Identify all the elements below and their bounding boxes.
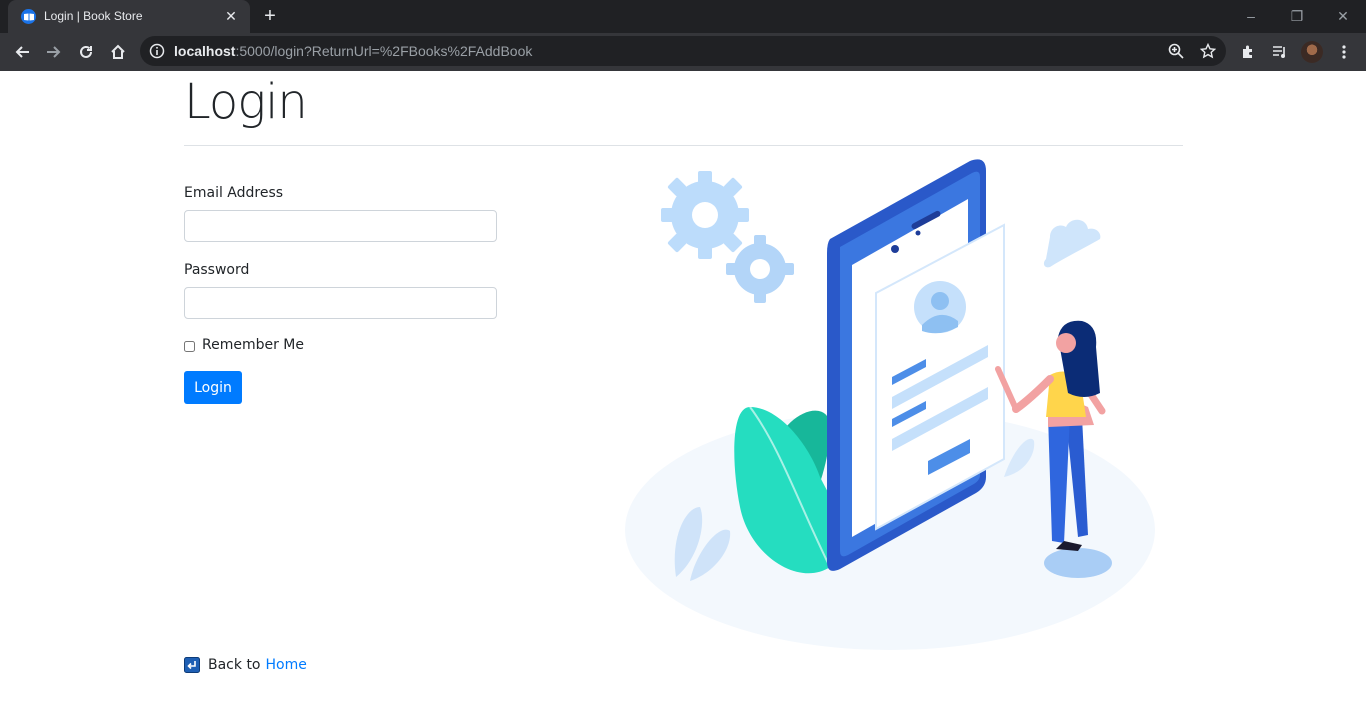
zoom-icon[interactable] bbox=[1168, 43, 1184, 59]
password-label: Password bbox=[184, 262, 250, 278]
email-label: Email Address bbox=[184, 185, 284, 201]
remember-me-checkbox[interactable] bbox=[184, 341, 195, 352]
profile-avatar[interactable] bbox=[1301, 41, 1323, 63]
media-control-icon[interactable] bbox=[1268, 40, 1292, 64]
browser-toolbar: localhost:5000/login?ReturnUrl=%2FBooks%… bbox=[0, 33, 1366, 71]
remember-me-label[interactable]: Remember Me bbox=[202, 337, 304, 353]
password-field[interactable] bbox=[184, 287, 497, 319]
back-arrow-icon[interactable] bbox=[10, 40, 34, 64]
back-to-home: Back to Home bbox=[184, 657, 307, 673]
home-icon[interactable] bbox=[106, 40, 130, 64]
bookmark-star-icon[interactable] bbox=[1200, 43, 1216, 59]
reload-icon[interactable] bbox=[74, 40, 98, 64]
login-illustration bbox=[625, 159, 1155, 650]
gear-icon bbox=[661, 171, 749, 259]
menu-kebab-icon[interactable] bbox=[1332, 40, 1356, 64]
email-field[interactable] bbox=[184, 210, 497, 242]
url-text[interactable]: localhost:5000/login?ReturnUrl=%2FBooks%… bbox=[174, 43, 532, 59]
home-link[interactable]: Home bbox=[266, 657, 307, 673]
address-bar[interactable]: localhost:5000/login?ReturnUrl=%2FBooks%… bbox=[140, 36, 1226, 66]
minimize-icon[interactable]: – bbox=[1236, 6, 1266, 26]
title-divider bbox=[184, 145, 1183, 146]
book-favicon-icon bbox=[21, 9, 36, 24]
tab-title: Login | Book Store bbox=[44, 9, 143, 23]
forward-arrow-icon[interactable] bbox=[42, 40, 66, 64]
page-title: Login bbox=[184, 74, 308, 130]
info-icon[interactable] bbox=[149, 43, 165, 59]
cloud-icon bbox=[1043, 219, 1101, 268]
page-content: Login Email Address Password Remember Me… bbox=[0, 71, 1366, 728]
browser-tab-strip: Login | Book Store ✕ + – ❐ ✕ bbox=[0, 0, 1366, 33]
back-to-text: Back to bbox=[208, 657, 261, 673]
tab-close-icon[interactable]: ✕ bbox=[222, 7, 240, 25]
return-arrow-icon bbox=[184, 657, 200, 673]
browser-tab[interactable]: Login | Book Store ✕ bbox=[8, 0, 250, 33]
extensions-icon[interactable] bbox=[1236, 40, 1260, 64]
new-tab-icon[interactable]: + bbox=[260, 6, 280, 26]
restore-icon[interactable]: ❐ bbox=[1282, 6, 1312, 26]
login-button[interactable]: Login bbox=[184, 371, 242, 404]
close-window-icon[interactable]: ✕ bbox=[1328, 6, 1358, 26]
